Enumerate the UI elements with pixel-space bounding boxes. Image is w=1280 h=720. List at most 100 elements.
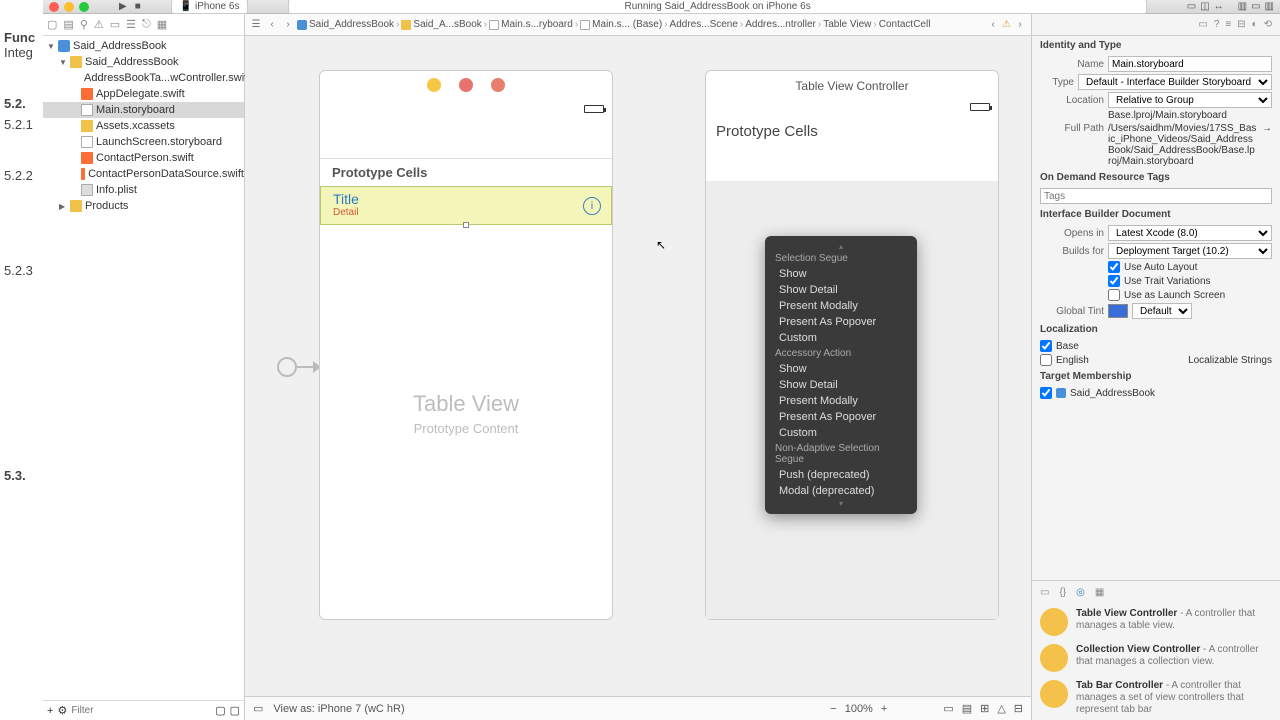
file-row-selected[interactable]: Main.storyboard — [43, 102, 244, 118]
builds-for-select[interactable]: Deployment Target (10.2) — [1108, 243, 1272, 259]
tint-swatch[interactable] — [1108, 304, 1128, 318]
jump-bar[interactable]: ☰ ‹ › Said_AddressBook› Said_A...sBook› … — [245, 14, 1031, 36]
resolve-icon[interactable]: △ — [997, 702, 1005, 715]
reveal-icon[interactable]: → — [1262, 123, 1272, 134]
editor-mode-assistant[interactable]: ◫ — [1200, 1, 1209, 12]
location-select[interactable]: Relative to Group — [1108, 92, 1272, 108]
section-odt: On Demand Resource Tags — [1032, 168, 1280, 187]
zoom-out[interactable]: − — [830, 703, 836, 715]
prototype-header: Prototype Cells — [320, 159, 612, 186]
segue-option[interactable]: Show Detail — [765, 282, 917, 298]
object-library: ▭{}◎▦ Table View Controller - A controll… — [1032, 580, 1280, 720]
library-item[interactable]: Table View Controller - A controller tha… — [1032, 604, 1280, 640]
segue-popup: ▴ Selection Segue Show Show Detail Prese… — [765, 236, 917, 514]
scene-exit-icon[interactable] — [491, 78, 505, 92]
segue-option[interactable]: Custom — [765, 330, 917, 346]
ib-canvas[interactable]: Prototype Cells Title Detail i Table Vie… — [245, 36, 1031, 696]
file-inspector-tab: ▭ — [1198, 19, 1207, 30]
pin-icon[interactable]: ⊞ — [980, 702, 989, 715]
tint-select[interactable]: Default — [1132, 303, 1192, 319]
segue-option[interactable]: Push (deprecated) — [765, 467, 917, 483]
back-button[interactable]: ‹ — [265, 18, 279, 32]
max-traffic[interactable] — [79, 2, 89, 12]
loc-en-check[interactable] — [1040, 354, 1052, 366]
full-path: /Users/saidhm/Movies/17SS_Basic_iPhone_V… — [1108, 123, 1258, 167]
file-row[interactable]: Info.plist — [43, 182, 244, 198]
editor-mode-version[interactable]: ↔ — [1214, 1, 1224, 12]
autolayout-check[interactable] — [1108, 261, 1120, 273]
utilities-panel: ▭?≡⊟◐⟲ Identity and Type Name TypeDefaul… — [1031, 14, 1280, 720]
navigator-filter[interactable]: +⚙▢▢ — [43, 700, 244, 720]
embed-icon[interactable]: ▭ — [943, 702, 953, 715]
canvas-bottom-bar: ▭ View as: iPhone 7 (wC hR) − 100% + ▭ ▤… — [245, 696, 1031, 720]
file-row[interactable]: AppDelegate.swift — [43, 86, 244, 102]
library-tabs[interactable]: ▭{}◎▦ — [1032, 585, 1280, 604]
mouse-cursor: ↖ — [656, 238, 666, 252]
forward-button[interactable]: › — [281, 18, 295, 32]
resize-handle[interactable] — [463, 222, 469, 228]
segue-option[interactable]: Show Detail — [765, 377, 917, 393]
outline-toggle[interactable]: ☰ — [249, 18, 263, 32]
stop-button[interactable]: ■ — [135, 1, 141, 12]
scene-tableview-1[interactable]: Prototype Cells Title Detail i Table Vie… — [319, 70, 613, 620]
min-traffic[interactable] — [64, 2, 74, 12]
close-traffic[interactable] — [49, 2, 59, 12]
segue-option[interactable]: Show — [765, 361, 917, 377]
loc-base-check[interactable] — [1040, 340, 1052, 352]
file-row[interactable]: LaunchScreen.storyboard — [43, 134, 244, 150]
zoom-level: 100% — [845, 703, 873, 715]
file-row[interactable]: ContactPerson.swift — [43, 150, 244, 166]
xcode-window: ▶ ■ 📱 iPhone 6s Running Said_AddressBook… — [43, 0, 1280, 720]
inspector-tabs[interactable]: ▭?≡⊟◐⟲ — [1032, 14, 1280, 36]
file-row[interactable]: Assets.xcassets — [43, 118, 244, 134]
popup-group: Non-Adaptive Selection Segue — [765, 441, 917, 467]
view-as-label[interactable]: View as: iPhone 7 (wC hR) — [273, 703, 404, 715]
segue-option[interactable]: Modal (deprecated) — [765, 483, 917, 499]
products-folder[interactable]: ▶Products — [43, 198, 244, 214]
scene-title: Table View Controller — [706, 71, 998, 97]
run-button[interactable]: ▶ — [119, 1, 127, 12]
library-item[interactable]: Collection View Controller - A controlle… — [1032, 640, 1280, 676]
target-check[interactable] — [1040, 387, 1052, 399]
file-row[interactable]: ContactPersonDataSource.swift — [43, 166, 244, 182]
opens-in-select[interactable]: Latest Xcode (8.0) — [1108, 225, 1272, 241]
prototype-cell[interactable]: Title Detail i — [320, 186, 612, 225]
prev-issue[interactable]: ‹ — [986, 18, 1000, 32]
section-ibd: Interface Builder Document — [1032, 205, 1280, 224]
segue-option[interactable]: Show — [765, 266, 917, 282]
device-config-icon[interactable]: ▭ — [253, 702, 263, 715]
segue-option[interactable]: Present Modally — [765, 298, 917, 314]
titlebar: ▶ ■ 📱 iPhone 6s Running Said_AddressBook… — [43, 0, 1280, 14]
filter-input[interactable] — [71, 705, 211, 716]
stack-icon[interactable]: ⊟ — [1014, 702, 1023, 715]
scheme-selector[interactable]: 📱 iPhone 6s — [171, 0, 249, 14]
location-sub: Base.lproj/Main.storyboard — [1108, 110, 1272, 121]
trait-var-check[interactable] — [1108, 275, 1120, 287]
toggle-nav[interactable]: ▥ — [1238, 1, 1247, 12]
segue-option[interactable]: Present As Popover — [765, 409, 917, 425]
file-row[interactable]: AddressBookTa...wController.swift — [43, 70, 244, 86]
segue-option[interactable]: Present Modally — [765, 393, 917, 409]
toggle-debug[interactable]: ▭ — [1251, 1, 1260, 12]
launch-screen-check[interactable] — [1108, 289, 1120, 301]
status-bar — [706, 97, 998, 117]
project-root[interactable]: ▼Said_AddressBook — [43, 38, 244, 54]
segue-option[interactable]: Present As Popover — [765, 314, 917, 330]
name-field[interactable] — [1108, 56, 1272, 72]
group-folder[interactable]: ▼Said_AddressBook — [43, 54, 244, 70]
section-tm: Target Membership — [1032, 367, 1280, 386]
tags-field[interactable] — [1040, 188, 1272, 204]
scene-first-responder-icon[interactable] — [459, 78, 473, 92]
zoom-in[interactable]: + — [881, 703, 887, 715]
library-item[interactable]: Tab Bar Controller - A controller that m… — [1032, 676, 1280, 720]
detail-disclosure-icon[interactable]: i — [583, 197, 601, 215]
toggle-util[interactable]: ▥ — [1265, 1, 1274, 12]
type-select[interactable]: Default - Interface Builder Storyboard — [1078, 74, 1272, 90]
segue-option[interactable]: Custom — [765, 425, 917, 441]
navigator-tabs[interactable]: ▢▤⚲⚠▭☰⎋▦ — [43, 14, 244, 36]
scene-vc-icon[interactable] — [427, 78, 441, 92]
align-icon[interactable]: ▤ — [962, 702, 972, 715]
editor-mode-standard[interactable]: ▭ — [1187, 1, 1196, 12]
next-issue[interactable]: › — [1013, 18, 1027, 32]
initial-vc-arrow[interactable] — [277, 351, 321, 383]
